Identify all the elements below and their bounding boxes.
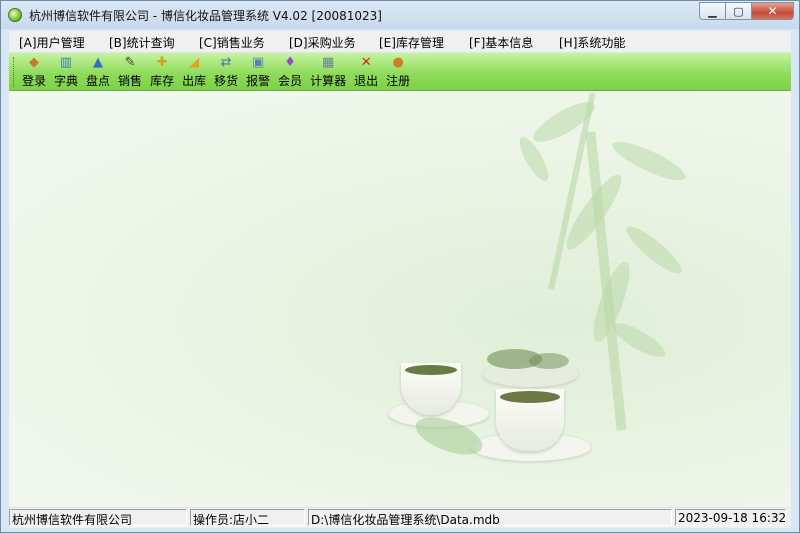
close-button[interactable]: ✕ <box>751 2 794 20</box>
status-company: 杭州博信软件有限公司 <box>9 509 187 526</box>
stock-icon: ✚ <box>156 55 168 70</box>
window-title: 杭州博信软件有限公司 - 博信化妆品管理系统 V4.02 [20081023] <box>29 9 382 23</box>
toolbar-grip[interactable] <box>13 57 17 87</box>
tea-surface-left <box>405 365 457 375</box>
background-image <box>9 91 791 507</box>
maximize-button[interactable]: ▢ <box>725 2 751 20</box>
register-button[interactable]: ● 注册 <box>386 55 410 89</box>
alarm-icon: ▣ <box>251 55 265 70</box>
tea-surface-right <box>500 391 560 403</box>
exit-icon: ✕ <box>360 55 372 70</box>
menu-statistics-query[interactable]: [B]统计查询 <box>99 31 189 52</box>
menu-purchasing[interactable]: [D]采购业务 <box>279 31 369 52</box>
sales-button[interactable]: ✎ 销售 <box>118 55 142 89</box>
dictionary-icon: ▥ <box>59 55 73 70</box>
menu-user-management[interactable]: [A]用户管理 <box>9 31 99 52</box>
mdi-workspace[interactable] <box>9 91 791 507</box>
close-icon: ✕ <box>767 4 778 18</box>
login-icon: ◆ <box>29 55 39 70</box>
menu-inventory[interactable]: [E]库存管理 <box>369 31 459 52</box>
stock-button[interactable]: ✚ 库存 <box>150 55 174 89</box>
status-bar: 杭州博信软件有限公司 操作员:店小二 D:\博信化妆品管理系统\Data.mdb… <box>9 508 791 528</box>
inventory-check-icon: ▲ <box>93 55 104 70</box>
minimize-icon: ▁ <box>708 4 717 18</box>
menu-system[interactable]: [H]系统功能 <box>549 31 639 52</box>
minimize-button[interactable]: ▁ <box>699 2 725 20</box>
status-datetime: 2023-09-18 16:32 <box>675 509 786 526</box>
caption-buttons: ▁ ▢ ✕ <box>699 2 794 20</box>
calculator-icon: ▦ <box>321 55 335 70</box>
menu-sales[interactable]: [C]销售业务 <box>189 31 279 52</box>
calculator-button[interactable]: ▦ 计算器 <box>310 55 346 89</box>
outbound-button[interactable]: ◢ 出库 <box>182 55 206 89</box>
login-button[interactable]: ◆ 登录 <box>22 55 46 89</box>
menu-bar: [A]用户管理 [B]统计查询 [C]销售业务 [D]采购业务 [E]库存管理 … <box>9 31 791 52</box>
alarm-button[interactable]: ▣ 报警 <box>246 55 270 89</box>
transfer-icon: ⇄ <box>220 55 232 70</box>
member-icon: ♦ <box>284 55 296 70</box>
sweet-leaf <box>529 353 569 369</box>
register-icon: ● <box>392 55 404 70</box>
toolbar: ◆ 登录 ▥ 字典 ▲ 盘点 ✎ 销售 ✚ 库存 ◢ 出库 ⇄ 移货 ▣ 报警 ♦ 会员 ▦ 计算器… <box>9 53 791 91</box>
status-operator: 操作员:店小二 <box>190 509 305 526</box>
transfer-button[interactable]: ⇄ 移货 <box>214 55 238 89</box>
title-bar[interactable]: 杭州博信软件有限公司 - 博信化妆品管理系统 V4.02 [20081023] … <box>1 1 799 29</box>
menu-basic-info[interactable]: [F]基本信息 <box>459 31 549 52</box>
member-button[interactable]: ♦ 会员 <box>278 55 302 89</box>
exit-button[interactable]: ✕ 退出 <box>354 55 378 89</box>
dictionary-button[interactable]: ▥ 字典 <box>54 55 78 89</box>
app-icon[interactable] <box>8 8 22 22</box>
sales-icon: ✎ <box>124 55 136 70</box>
status-db-path: D:\博信化妆品管理系统\Data.mdb <box>308 509 672 526</box>
inventory-check-button[interactable]: ▲ 盘点 <box>86 55 110 89</box>
app-window: 杭州博信软件有限公司 - 博信化妆品管理系统 V4.02 [20081023] … <box>0 0 800 533</box>
outbound-icon: ◢ <box>189 55 200 70</box>
maximize-icon: ▢ <box>733 4 744 18</box>
